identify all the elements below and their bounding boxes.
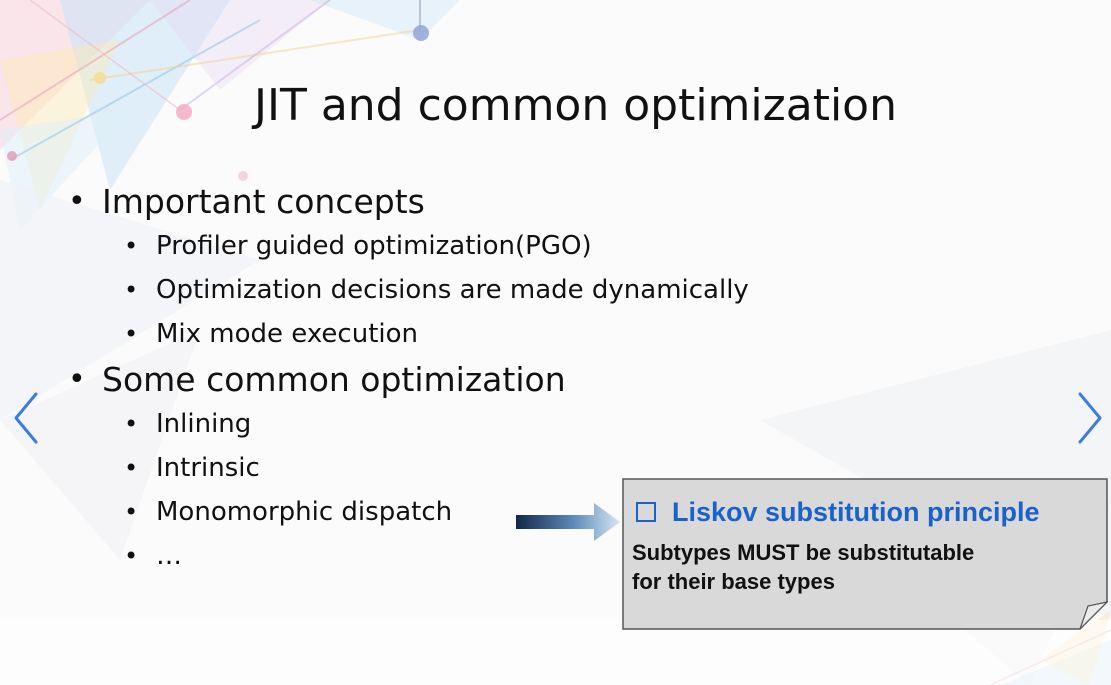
callout-body: Subtypes MUST be substitutable for their… (632, 538, 1092, 596)
callout-body-line: for their base types (632, 569, 835, 594)
slide-title: JIT and common optimization (254, 80, 897, 131)
chevron-right-icon[interactable] (1074, 390, 1104, 446)
bullet-item: Some common optimization (68, 358, 888, 402)
sub-bullet-item: Mix mode execution (68, 312, 888, 356)
checkbox-icon (636, 502, 656, 522)
sub-bullet-item: Inlining (68, 402, 888, 446)
callout-note: Liskov substitution principle Subtypes M… (622, 478, 1108, 630)
chevron-left-icon[interactable] (12, 390, 42, 446)
bullet-text: Important concepts (102, 182, 425, 221)
sub-bullet-item: Profiler guided optimization(PGO) (68, 224, 888, 268)
gradient-arrow-icon (516, 503, 620, 541)
bullet-text: Some common optimization (102, 360, 566, 399)
callout-body-line: Subtypes MUST be substitutable (632, 540, 975, 565)
callout-title: Liskov substitution principle (632, 497, 1040, 528)
slide: JIT and common optimization Important co… (0, 0, 1111, 685)
callout-title-text: Liskov substitution principle (672, 497, 1040, 527)
bullet-item: Important concepts (68, 180, 888, 224)
sub-bullet-item: Optimization decisions are made dynamica… (68, 268, 888, 312)
sub-bullet-group: Profiler guided optimization(PGO) Optimi… (68, 224, 888, 356)
